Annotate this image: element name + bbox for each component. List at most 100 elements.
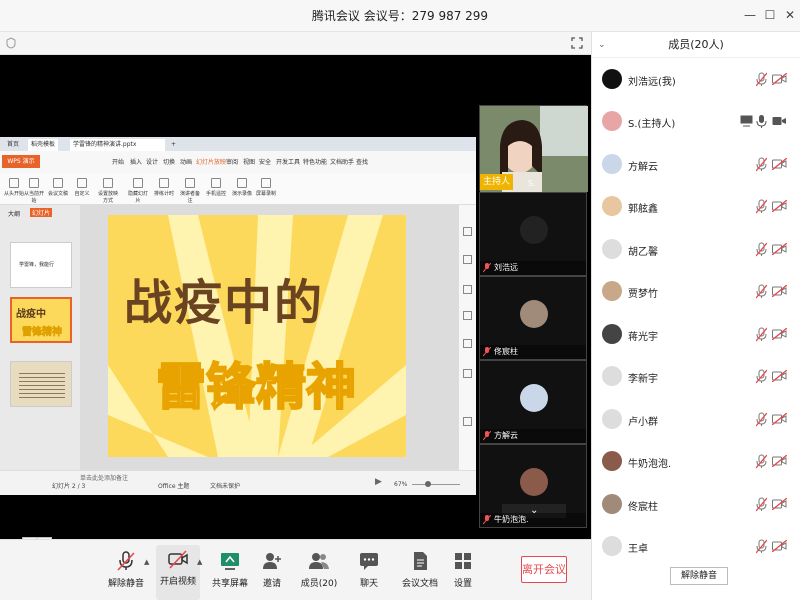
rail-icon-7[interactable]: [463, 417, 472, 426]
member-row[interactable]: 王卓: [592, 529, 800, 569]
notes-placeholder[interactable]: 单击此处添加备注: [80, 473, 128, 482]
play-icon[interactable]: ▶: [375, 477, 382, 487]
ppt-tab-home[interactable]: 首页: [4, 139, 22, 151]
ribbon-notes[interactable]: 演讲者备注: [178, 178, 202, 204]
member-row[interactable]: 佟宸柱: [592, 487, 800, 527]
menu-features[interactable]: 特色功能: [303, 157, 327, 166]
mic-muted-icon[interactable]: [756, 539, 767, 554]
camera-off-icon[interactable]: [772, 455, 787, 467]
tab-outline[interactable]: 大纲: [8, 209, 20, 218]
camera-off-icon[interactable]: [772, 200, 787, 212]
tab-slides[interactable]: 幻灯片: [30, 208, 53, 217]
menu-insert[interactable]: 插入: [130, 157, 142, 166]
mic-muted-icon[interactable]: [756, 242, 767, 257]
video-tile-member-3[interactable]: ⌄ 牛奶泡泡.: [479, 444, 587, 528]
ribbon-screen-record[interactable]: 屏幕录制: [254, 178, 278, 197]
rail-icon-1[interactable]: [463, 227, 472, 236]
member-row[interactable]: 方解云: [592, 147, 800, 187]
collapse-chevron-icon[interactable]: ⌄: [598, 32, 606, 58]
ribbon-record[interactable]: 演示录像: [230, 178, 254, 197]
ribbon-setup[interactable]: 设置放映方式: [96, 178, 120, 204]
camera-off-icon[interactable]: [772, 498, 787, 510]
member-row[interactable]: 贾梦竹: [592, 274, 800, 314]
video-options-caret[interactable]: ▲: [197, 558, 202, 566]
leave-meeting-button[interactable]: 离开会议: [521, 556, 567, 583]
unmute-all-button[interactable]: 解除静音: [670, 567, 728, 585]
rail-icon-3[interactable]: [463, 285, 472, 294]
member-row[interactable]: 刘浩远(我): [592, 62, 800, 102]
video-tile-host[interactable]: 主持人 S.: [479, 105, 588, 192]
ribbon-custom[interactable]: 自定义: [70, 178, 94, 197]
menu-review[interactable]: 审阅: [226, 157, 238, 166]
zoom-slider-thumb[interactable]: [425, 481, 431, 487]
menu-start[interactable]: 开始: [112, 157, 124, 166]
camera-off-icon[interactable]: [772, 370, 787, 382]
mic-muted-icon[interactable]: [756, 284, 767, 299]
mic-muted-icon[interactable]: [756, 412, 767, 427]
rail-icon-2[interactable]: [463, 255, 472, 264]
member-row[interactable]: 李新宇: [592, 359, 800, 399]
fullscreen-icon[interactable]: [571, 37, 583, 49]
ribbon-from-current[interactable]: 从当前开始: [22, 178, 46, 204]
member-row[interactable]: 郭舷鑫: [592, 189, 800, 229]
chat-button[interactable]: 聊天: [347, 550, 391, 589]
member-row[interactable]: 胡乙馨: [592, 232, 800, 272]
camera-off-icon[interactable]: [772, 413, 787, 425]
slide-thumb-2[interactable]: 战疫中 雷锋精神: [10, 297, 72, 343]
video-button[interactable]: 开启视频: [156, 545, 200, 600]
ppt-tab-docer[interactable]: 稻壳模板: [28, 139, 59, 151]
share-screen-button[interactable]: 共享屏幕: [208, 550, 252, 589]
ribbon-meeting[interactable]: 会议文稿: [46, 178, 70, 197]
camera-icon[interactable]: [772, 115, 787, 127]
settings-button[interactable]: 设置: [441, 550, 485, 589]
ribbon-remote[interactable]: 手机遥控: [204, 178, 228, 197]
zoom-slider[interactable]: [412, 484, 460, 485]
menu-devtools[interactable]: 开发工具: [276, 157, 300, 166]
camera-off-icon[interactable]: [772, 285, 787, 297]
docs-button[interactable]: 会议文档: [398, 550, 442, 589]
ribbon-hide[interactable]: 隐藏幻灯片: [126, 178, 150, 204]
mic-muted-icon[interactable]: [756, 369, 767, 384]
menu-view[interactable]: 视图: [243, 157, 255, 166]
ribbon-rehearse[interactable]: 排练计时: [152, 178, 176, 197]
mute-button[interactable]: 解除静音: [104, 550, 148, 589]
slide-thumb-1[interactable]: 学雷锋，我能行: [10, 242, 72, 288]
mic-muted-icon[interactable]: [756, 327, 767, 342]
camera-off-icon[interactable]: [772, 73, 787, 85]
menu-animation[interactable]: 动画: [180, 157, 192, 166]
menu-security[interactable]: 安全: [259, 157, 271, 166]
close-icon[interactable]: ✕: [781, 6, 799, 24]
rail-icon-6[interactable]: [463, 369, 472, 378]
video-tile-self[interactable]: 刘浩远: [479, 192, 587, 276]
menu-transition[interactable]: 切换: [163, 157, 175, 166]
mic-muted-icon[interactable]: [756, 157, 767, 172]
invite-button[interactable]: 邀请: [250, 550, 294, 589]
camera-off-icon[interactable]: [772, 243, 787, 255]
menu-search[interactable]: 查找: [356, 157, 368, 166]
member-row[interactable]: 蒋光宇: [592, 317, 800, 357]
camera-off-icon[interactable]: [772, 328, 787, 340]
maximize-icon[interactable]: ☐: [761, 6, 779, 24]
camera-off-icon[interactable]: [772, 158, 787, 170]
member-row[interactable]: 卢小群: [592, 402, 800, 442]
member-row[interactable]: 牛奶泡泡.: [592, 444, 800, 484]
members-button[interactable]: 成员(20): [297, 550, 341, 589]
wps-menu-button[interactable]: WPS 演示: [2, 155, 40, 168]
rail-icon-4[interactable]: [463, 311, 472, 320]
menu-assistant[interactable]: 文档助手: [330, 157, 354, 166]
mic-muted-icon[interactable]: [756, 454, 767, 469]
rail-icon-5[interactable]: [463, 339, 472, 348]
mic-muted-icon[interactable]: [756, 497, 767, 512]
mic-icon[interactable]: [756, 114, 767, 129]
member-row[interactable]: S.(主持人): [592, 104, 800, 144]
new-tab-icon[interactable]: +: [168, 139, 179, 151]
camera-off-icon[interactable]: [772, 540, 787, 552]
ppt-tab-file[interactable]: 学雷锋的精神演讲.pptx: [70, 139, 165, 151]
mute-options-caret[interactable]: ▲: [144, 558, 149, 566]
mic-muted-icon[interactable]: [756, 72, 767, 87]
minimize-icon[interactable]: —: [741, 6, 759, 24]
menu-design[interactable]: 设计: [146, 157, 158, 166]
slide-thumb-3[interactable]: [10, 361, 72, 407]
video-tile-member-2[interactable]: 方解云: [479, 360, 587, 444]
mic-muted-icon[interactable]: [756, 199, 767, 214]
